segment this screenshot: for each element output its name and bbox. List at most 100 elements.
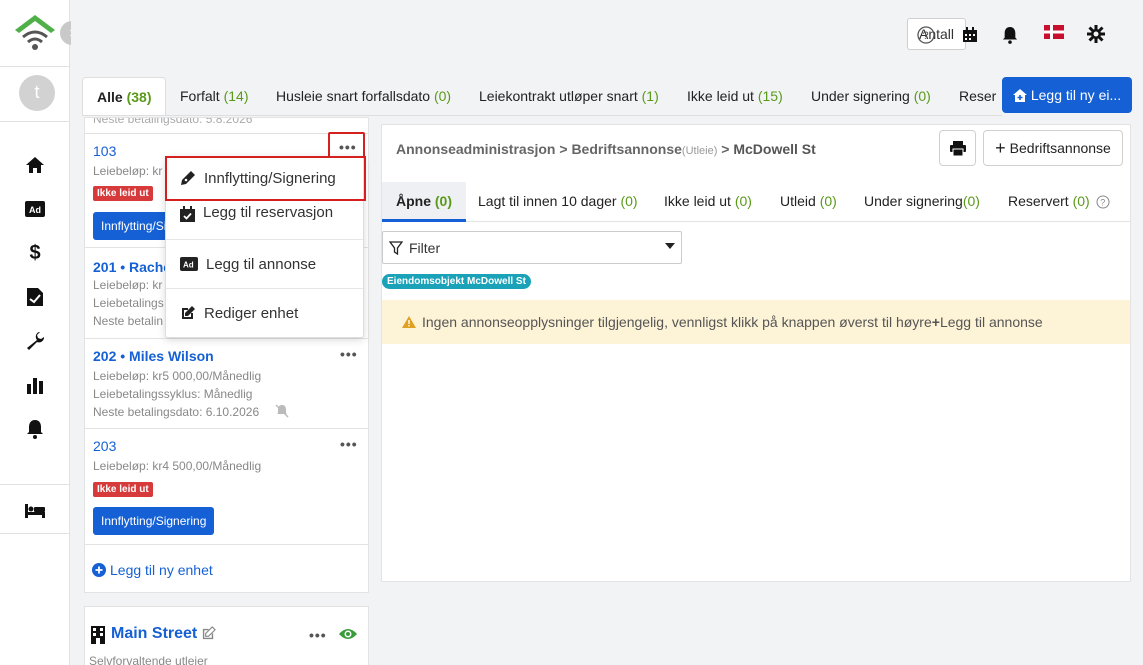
add-business-ad-button[interactable]: + Bedriftsannonse [983,130,1123,166]
divider [0,484,70,485]
more-options-button[interactable]: ••• [340,346,358,362]
ad-icon: Ad [180,257,198,271]
breadcrumb-item[interactable]: Bedriftsannonse [571,141,681,157]
add-new-label: Legg til ny ei... [1030,87,1122,103]
divider [0,533,70,534]
ad-icon[interactable]: Ad [24,198,46,220]
svg-text:Ad: Ad [183,261,194,270]
help-icon[interactable]: ? [916,25,936,45]
tab-rented[interactable]: Utleid (0) [780,182,837,220]
print-button[interactable] [939,130,976,166]
breadcrumb-separator: > [721,141,730,157]
warning-link: Legg til annonse [939,314,1043,330]
menu-item-label: Innflytting/Signering [204,169,336,187]
rent-amount: Leiebeløp: kr [93,164,163,178]
filter-icon [389,240,403,255]
gear-icon[interactable] [1086,24,1106,44]
tab-open[interactable]: Åpne (0) [382,182,467,222]
menu-item-label: Legg til annonse [206,255,317,273]
breadcrumb-qualifier: (Utleie) [681,145,718,157]
rent-amount: Leiebeløp: kr [93,278,163,292]
wrench-icon[interactable] [24,330,46,352]
tab-ikke-leid-ut[interactable]: Ikke leid ut (15) [687,77,783,115]
list-item[interactable]: 202 • Miles Wilson ••• Leiebeløp: kr5 00… [85,340,368,429]
next-payment: Neste betalin [93,314,164,328]
more-options-dots: ••• [339,139,357,155]
status-badge: Ikke leid ut [93,186,153,201]
help-icon[interactable]: ? [1096,195,1110,209]
tab-husleie-snart[interactable]: Husleie snart forfallsdato (0) [276,77,451,115]
breadcrumb: Annonseadministrasjon > Bedriftsannonse(… [396,141,816,157]
print-icon [949,140,966,156]
tab-not-rented[interactable]: Ikke leid ut (0) [664,182,752,220]
bell-off-icon[interactable] [275,404,289,421]
menu-item-add-ad[interactable]: Ad Legg til annonse [166,240,365,289]
chart-icon[interactable] [24,374,46,396]
more-options-button[interactable]: ••• [309,627,327,643]
list-item[interactable]: 203 ••• Leiebeløp: kr4 500,00/Månedlig I… [85,430,368,545]
move-in-button[interactable]: Innflytting/Signering [93,212,173,240]
tab-alle[interactable]: Alle (38) [82,77,167,115]
logo-icon[interactable] [13,12,57,54]
bed-icon[interactable] [24,500,46,522]
more-options-button[interactable]: ••• [340,436,358,452]
rent-amount: Leiebeløp: kr5 000,00/Månedlig [93,369,262,383]
tab-forfalt[interactable]: Forfalt (14) [180,77,248,115]
house-plus-icon [1012,88,1027,102]
divider [0,66,70,67]
topbar: Antall ? [71,0,1143,68]
bell-icon[interactable] [24,418,46,440]
menu-item-edit-unit[interactable]: Rediger enhet [166,289,365,337]
tab-under-signering[interactable]: Under signering (0) [811,77,931,115]
property-title[interactable]: Main Street [111,625,197,643]
unit-title[interactable]: 201 • Rache [93,259,171,275]
unit-title[interactable]: 103 [93,143,116,159]
plus-icon: + [931,314,940,330]
plus-icon: + [995,138,1006,158]
flag-icon[interactable] [1043,24,1065,40]
property-card[interactable]: Main Street ••• Selvforvaltende utleier [84,606,369,665]
breadcrumb-item[interactable]: Annonseadministrasjon [396,141,555,157]
next-payment: Neste betalingsdato: 6.10.2026 [93,405,260,419]
filter-label: Filter [409,239,441,256]
unit-title[interactable]: 203 [93,438,116,454]
bell-icon[interactable] [1000,25,1020,45]
calendar-icon[interactable] [960,25,980,45]
tab-added-10-days[interactable]: Lagt til innen 10 dager (0) [478,182,638,220]
chevron-down-icon [665,243,675,249]
add-unit-link[interactable]: Legg til ny enhet [92,562,213,578]
menu-item-move-in[interactable]: Innflytting/Signering [165,156,366,201]
sidebar: › t Ad $ [0,0,84,665]
avatar[interactable]: t [19,75,55,111]
building-icon [91,626,105,647]
partial-row: Neste betalingsdato: 5.8.2026 [93,117,253,126]
menu-item-add-reservation[interactable]: Legg til reservasjon [166,200,365,240]
add-new-button[interactable]: Legg til ny ei... [1002,77,1132,113]
property-badge: Eiendomsobjekt McDowell St [382,274,531,289]
warning-text: Ingen annonseopplysninger tilgjengelig, … [422,314,932,330]
ad-status-tabs: Åpne (0) Lagt til innen 10 dager (0) Ikk… [382,182,1130,222]
home-icon[interactable] [24,154,46,176]
payment-cycle: Leiebetalingssyklus: Månedlig [93,387,253,401]
breadcrumb-separator: > [559,141,568,157]
tab-under-signing[interactable]: Under signering(0) [864,182,980,220]
pen-icon [180,170,196,186]
empty-warning: Ingen annonseopplysninger tilgjengelig, … [382,300,1130,344]
svg-text:?: ? [923,30,929,42]
edit-icon[interactable] [201,626,216,644]
tab-reserved[interactable]: Reservert (0) ? [1008,182,1110,220]
payment-cycle: Leiebetalings [93,296,164,310]
dollar-icon[interactable]: $ [24,242,46,264]
svg-text:?: ? [1100,198,1105,208]
property-subtitle: Selvforvaltende utleier [89,654,208,665]
contract-icon[interactable] [24,286,46,308]
add-unit-label: Legg til ny enhet [110,562,213,578]
tab-leiekontrakt-utloper[interactable]: Leiekontrakt utløper snart (1) [479,77,659,115]
unit-actions-menu: Innflytting/Signering Legg til reservasj… [165,156,366,338]
calendar-check-icon [180,206,195,222]
unit-title[interactable]: 202 • Miles Wilson [93,348,214,364]
eye-icon[interactable] [338,627,358,644]
move-in-button[interactable]: Innflytting/Signering [93,507,215,535]
filter-dropdown[interactable]: Filter [382,231,682,264]
tab-reservert[interactable]: Reser [959,77,996,115]
